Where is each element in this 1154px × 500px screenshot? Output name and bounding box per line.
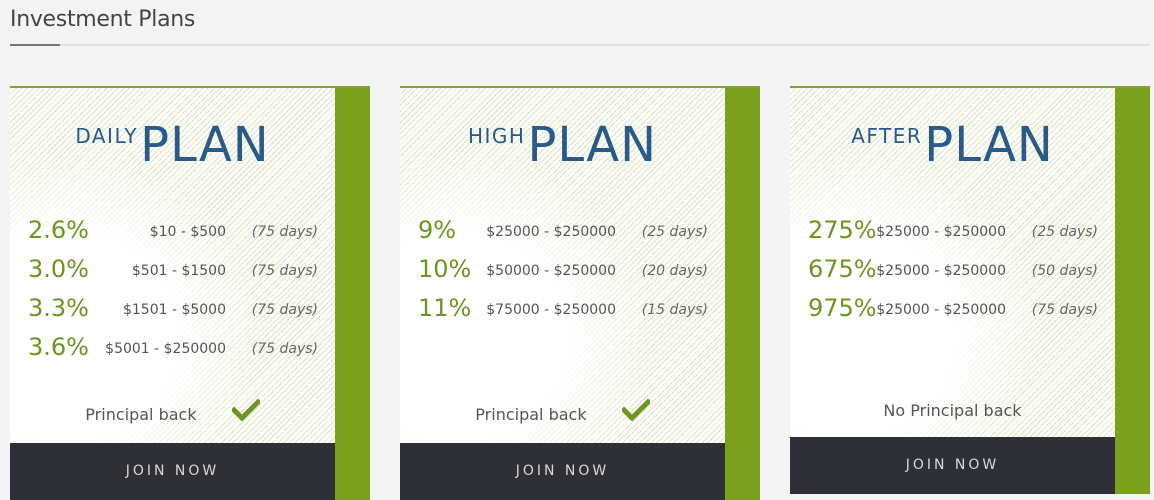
rate-row: 10% $50000 - $250000 (20 days): [418, 255, 708, 287]
plan-card-after: AFTERPLAN 275% $25000 - $250000 (25 days…: [790, 86, 1150, 494]
deposit-range: $25000 - $250000: [876, 224, 1006, 240]
rate-percent: 975%: [808, 294, 877, 322]
title-underline: [10, 44, 60, 46]
plan-name-prefix: AFTER: [851, 124, 923, 148]
plan-card-body: HIGHPLAN 9% $25000 - $250000 (25 days) 1…: [400, 88, 725, 443]
join-now-button[interactable]: JOIN NOW: [790, 437, 1115, 494]
principal-label: Principal back: [85, 405, 197, 424]
plan-duration: (75 days): [251, 341, 318, 357]
rate-percent: 275%: [808, 216, 877, 244]
rate-row: 11% $75000 - $250000 (15 days): [418, 294, 708, 326]
deposit-range: $25000 - $250000: [486, 224, 616, 240]
deposit-range: $75000 - $250000: [486, 302, 616, 318]
principal-status: No Principal back: [790, 400, 1115, 420]
principal-status: Principal back: [10, 397, 335, 425]
plan-heading: DAILYPLAN: [10, 116, 335, 174]
plan-name-prefix: HIGH: [467, 124, 526, 148]
rate-row: 3.3% $1501 - $5000 (75 days): [28, 294, 318, 326]
plan-heading: HIGHPLAN: [400, 116, 725, 174]
check-icon: [230, 397, 262, 425]
deposit-range: $10 - $500: [149, 224, 226, 240]
plan-card-high: HIGHPLAN 9% $25000 - $250000 (25 days) 1…: [400, 86, 760, 500]
deposit-range: $25000 - $250000: [876, 302, 1006, 318]
join-now-button[interactable]: JOIN NOW: [400, 443, 725, 500]
plan-duration: (75 days): [251, 224, 318, 240]
plan-card-body: AFTERPLAN 275% $25000 - $250000 (25 days…: [790, 88, 1115, 437]
rate-percent: 675%: [808, 255, 877, 283]
plan-duration: (20 days): [641, 263, 708, 279]
plan-duration: (50 days): [1031, 263, 1098, 279]
rate-percent: 2.6%: [28, 216, 89, 244]
rate-row: 675% $25000 - $250000 (50 days): [808, 255, 1098, 287]
plan-duration: (15 days): [641, 302, 708, 318]
deposit-range: $1501 - $5000: [122, 302, 226, 318]
rate-row: 275% $25000 - $250000 (25 days): [808, 216, 1098, 248]
rate-percent: 11%: [418, 294, 472, 322]
check-icon: [620, 397, 652, 425]
page-header: Investment Plans: [10, 0, 1150, 46]
plan-duration: (75 days): [1031, 302, 1098, 318]
rate-row: 3.0% $501 - $1500 (75 days): [28, 255, 318, 287]
rate-row: 975% $25000 - $250000 (75 days): [808, 294, 1098, 326]
plan-name: PLAN: [140, 117, 270, 173]
principal-label: Principal back: [475, 405, 587, 424]
plan-duration: (75 days): [251, 302, 318, 318]
accent-bar: [335, 88, 370, 500]
deposit-range: $25000 - $250000: [876, 263, 1006, 279]
rate-percent: 10%: [418, 255, 472, 283]
join-now-button[interactable]: JOIN NOW: [10, 443, 335, 500]
rate-row: 2.6% $10 - $500 (75 days): [28, 216, 318, 248]
plan-heading: AFTERPLAN: [790, 116, 1115, 174]
deposit-range: $50000 - $250000: [486, 263, 616, 279]
plan-name: PLAN: [924, 117, 1054, 173]
plan-name: PLAN: [527, 117, 657, 173]
deposit-range: $5001 - $250000: [105, 341, 226, 357]
rate-row: 9% $25000 - $250000 (25 days): [418, 216, 708, 248]
plan-duration: (25 days): [1031, 224, 1098, 240]
rate-percent: 3.0%: [28, 255, 89, 283]
rate-percent: 3.3%: [28, 294, 89, 322]
rate-percent: 3.6%: [28, 333, 89, 361]
rate-row: 3.6% $5001 - $250000 (75 days): [28, 333, 318, 365]
deposit-range: $501 - $1500: [131, 263, 226, 279]
accent-bar: [725, 88, 760, 500]
page-title: Investment Plans: [10, 7, 196, 32]
plan-name-prefix: DAILY: [75, 124, 139, 148]
rate-percent: 9%: [418, 216, 457, 244]
plan-card-daily: DAILYPLAN 2.6% $10 - $500 (75 days) 3.0%…: [10, 86, 370, 500]
plan-card-body: DAILYPLAN 2.6% $10 - $500 (75 days) 3.0%…: [10, 88, 335, 443]
plan-duration: (25 days): [641, 224, 708, 240]
plan-duration: (75 days): [251, 263, 318, 279]
accent-bar: [1115, 88, 1150, 494]
principal-label: No Principal back: [883, 401, 1022, 420]
principal-status: Principal back: [400, 397, 725, 425]
